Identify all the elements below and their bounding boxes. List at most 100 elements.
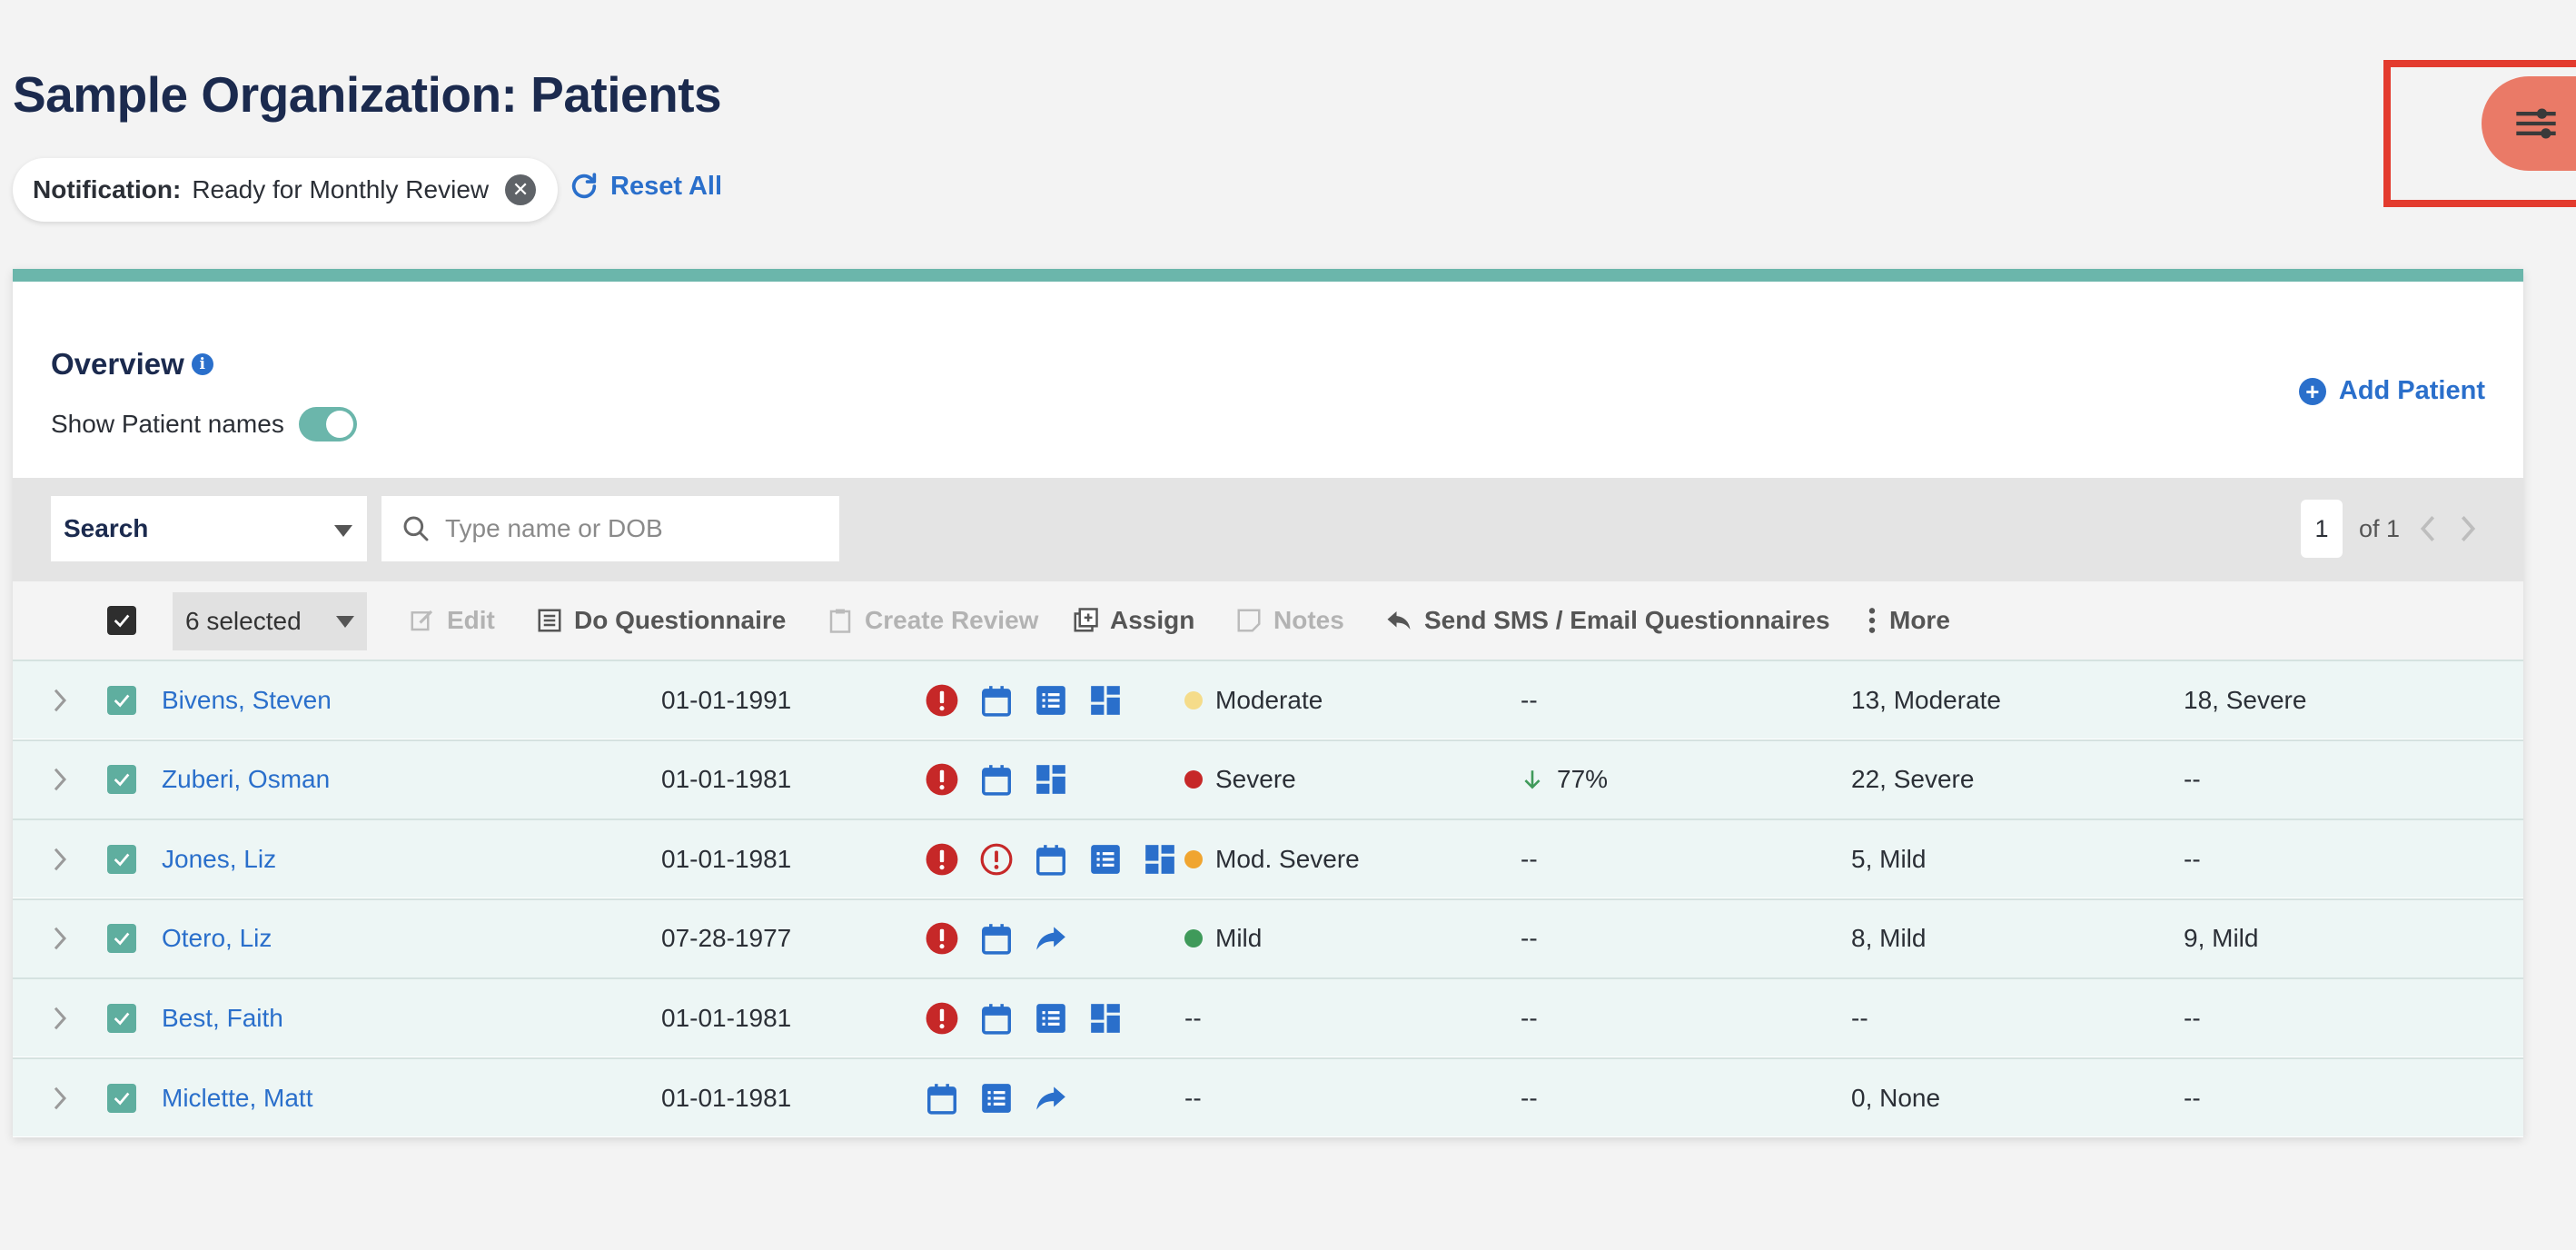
add-patient-label: Add Patient <box>2338 376 2485 405</box>
change-value: -- <box>1521 924 1538 953</box>
row-checkbox[interactable] <box>107 1059 136 1136</box>
alert-icon[interactable] <box>925 762 959 797</box>
share-icon[interactable] <box>1034 1081 1068 1116</box>
row-checkbox[interactable] <box>107 820 136 898</box>
reset-all-button[interactable]: Reset All <box>569 171 722 202</box>
table-row[interactable]: Jones, Liz 01-01-1981 Mod. Severe -- 5, … <box>13 818 2523 898</box>
row-checkbox[interactable] <box>107 900 136 977</box>
calendar-icon[interactable] <box>979 683 1014 718</box>
alert-icon[interactable] <box>925 683 959 718</box>
row-action-icons <box>925 1059 1068 1136</box>
do-questionnaire-button[interactable]: Do Questionnaire <box>536 581 786 660</box>
selected-count-dropdown[interactable]: 6 selected <box>173 592 367 650</box>
send-sms-email-button[interactable]: Send SMS / Email Questionnaires <box>1384 581 1830 660</box>
severity-label: -- <box>1184 1003 1202 1032</box>
calendar-icon[interactable] <box>1034 842 1068 877</box>
table-row[interactable]: Otero, Liz 07-28-1977 Mild -- 8, Mild 9,… <box>13 898 2523 977</box>
patient-dob: 01-01-1981 <box>661 765 792 794</box>
score-1-cell: 8, Mild <box>1851 924 1927 953</box>
patient-name-link[interactable]: Otero, Liz <box>162 900 272 977</box>
table-row[interactable]: Best, Faith 01-01-1981 -- -- -- -- <box>13 977 2523 1057</box>
chevron-left-icon[interactable] <box>2416 513 2440 544</box>
alert-icon[interactable] <box>925 921 959 956</box>
notification-filter-chip: Notification: Ready for Monthly Review ✕ <box>13 158 559 222</box>
dashboard-icon[interactable] <box>1143 842 1177 877</box>
change-cell: -- <box>1521 820 1538 898</box>
expand-row-icon[interactable] <box>51 820 69 898</box>
filter-settings-button[interactable] <box>2482 76 2576 171</box>
patient-name-link[interactable]: Best, Faith <box>162 979 283 1057</box>
expand-row-icon[interactable] <box>51 741 69 818</box>
info-icon[interactable]: i <box>191 353 213 375</box>
change-value: -- <box>1521 844 1538 873</box>
arrow-down-icon <box>1524 770 1541 789</box>
patient-name-link[interactable]: Jones, Liz <box>162 820 276 898</box>
score-1-cell: 22, Severe <box>1851 765 1975 794</box>
page-total: of 1 <box>2358 514 2400 542</box>
edit-button[interactable]: Edit <box>409 581 495 660</box>
create-review-button[interactable]: Create Review <box>827 581 1038 660</box>
reset-all-label: Reset All <box>610 171 723 201</box>
select-all-checkbox[interactable] <box>107 606 136 635</box>
score-2-cell: 9, Mild <box>2184 924 2259 953</box>
assign-button[interactable]: Assign <box>1072 581 1194 660</box>
alert-icon[interactable] <box>925 1001 959 1036</box>
search-input[interactable]: Type name or DOB <box>381 496 839 561</box>
calendar-icon[interactable] <box>979 1001 1014 1036</box>
plus-circle-icon: + <box>2298 377 2326 405</box>
score-2-cell: -- <box>2184 765 2201 794</box>
list-icon[interactable] <box>1034 683 1068 718</box>
chevron-right-icon[interactable] <box>2456 513 2480 544</box>
patient-dob: 01-01-1991 <box>661 685 792 714</box>
dashboard-icon[interactable] <box>1088 1001 1123 1036</box>
more-button[interactable]: More <box>1866 581 1950 660</box>
expand-row-icon[interactable] <box>51 979 69 1057</box>
change-value: -- <box>1521 685 1538 714</box>
table-row[interactable]: Bivens, Steven 01-01-1991 Moderate -- 13… <box>13 660 2523 739</box>
change-cell: -- <box>1521 1059 1538 1136</box>
refresh-icon <box>571 173 597 199</box>
dashboard-icon[interactable] <box>1088 683 1123 718</box>
expand-row-icon[interactable] <box>51 900 69 977</box>
search-mode-label: Search <box>64 514 149 542</box>
row-checkbox[interactable] <box>107 979 136 1057</box>
add-patient-button[interactable]: + Add Patient <box>2298 376 2485 406</box>
calendar-icon[interactable] <box>979 762 1014 797</box>
severity-dot <box>1184 929 1203 948</box>
table-row[interactable]: Zuberi, Osman 01-01-1981 Severe 77% 22, … <box>13 739 2523 818</box>
expand-row-icon[interactable] <box>51 661 69 739</box>
severity-dot <box>1184 690 1203 709</box>
list-icon[interactable] <box>1088 842 1123 877</box>
send-label: Send SMS / Email Questionnaires <box>1424 606 1830 634</box>
show-names-toggle[interactable] <box>298 407 357 441</box>
patient-name-link[interactable]: Zuberi, Osman <box>162 741 330 818</box>
add-box-icon <box>1074 608 1098 632</box>
calendar-icon[interactable] <box>925 1081 959 1116</box>
row-checkbox[interactable] <box>107 741 136 818</box>
table-row[interactable]: Miclette, Matt 01-01-1981 -- -- 0, None … <box>13 1057 2523 1136</box>
row-checkbox[interactable] <box>107 661 136 739</box>
page-number-input[interactable]: 1 <box>2300 500 2343 558</box>
severity-cell: Severe <box>1184 741 1296 818</box>
expand-row-icon[interactable] <box>51 1059 69 1136</box>
note-icon <box>1237 609 1261 632</box>
alert-outline-icon[interactable] <box>979 842 1014 877</box>
patient-name-link[interactable]: Bivens, Steven <box>162 661 332 739</box>
close-icon[interactable]: ✕ <box>505 174 537 205</box>
list-icon[interactable] <box>1034 1001 1068 1036</box>
alert-icon[interactable] <box>925 842 959 877</box>
search-mode-select[interactable]: Search <box>51 496 367 561</box>
more-label: More <box>1889 606 1950 634</box>
search-icon <box>403 516 429 541</box>
clipboard-icon <box>829 609 851 633</box>
dashboard-icon[interactable] <box>1034 762 1068 797</box>
severity-label: Mild <box>1215 924 1263 953</box>
patient-dob: 01-01-1981 <box>661 1083 792 1112</box>
list-icon[interactable] <box>979 1081 1014 1116</box>
notes-button[interactable]: Notes <box>1235 581 1344 660</box>
patient-dob: 01-01-1981 <box>661 1003 792 1032</box>
severity-cell: -- <box>1184 1059 1202 1136</box>
share-icon[interactable] <box>1034 921 1068 956</box>
patient-name-link[interactable]: Miclette, Matt <box>162 1059 312 1136</box>
calendar-icon[interactable] <box>979 921 1014 956</box>
